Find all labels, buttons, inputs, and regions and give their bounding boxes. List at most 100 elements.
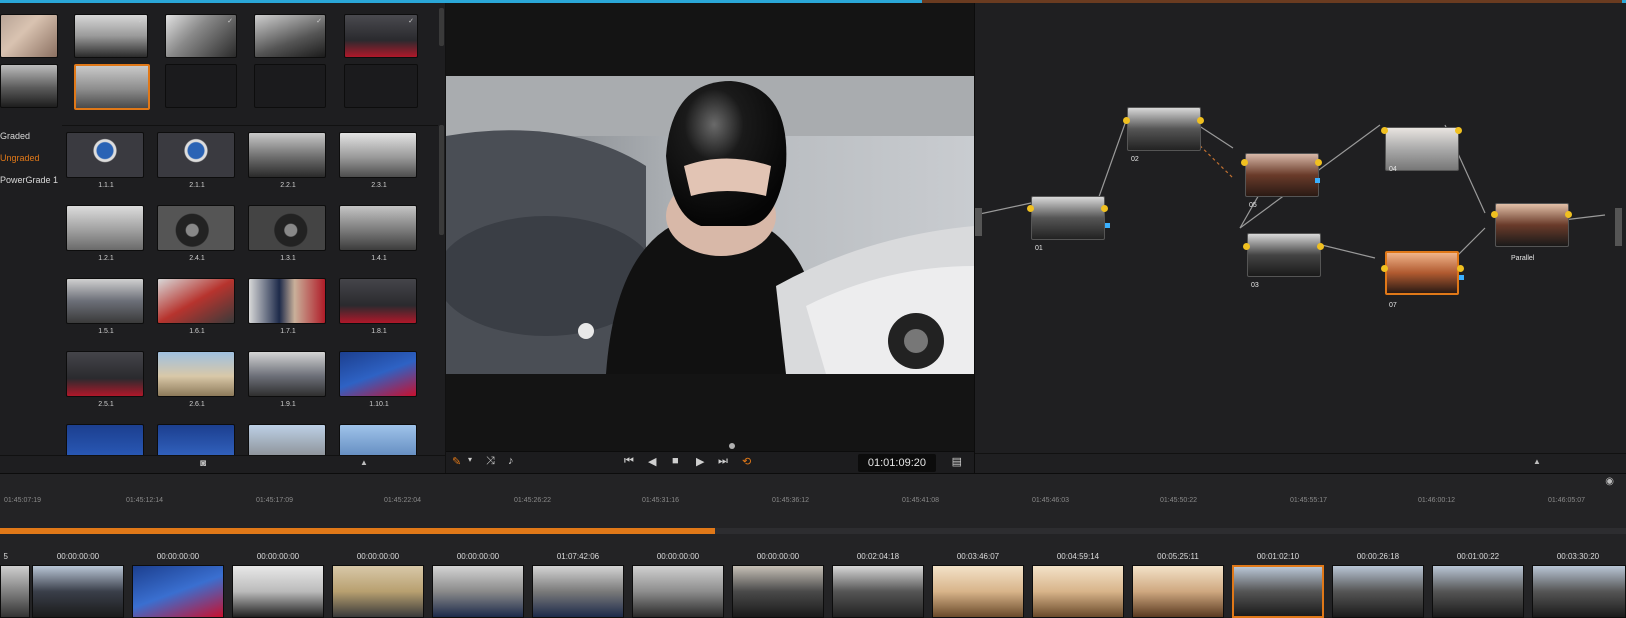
node-editor[interactable]: 01 02 03 04 05 Parallel 07 ▲ [974,3,1626,473]
clip-timecode: 00:00:00:00 [456,552,500,561]
timeline-clip[interactable] [232,565,324,618]
play-icon[interactable]: ▶ [696,455,704,468]
gallery-still-empty[interactable] [344,64,418,108]
grid-still[interactable]: 1.5.1 [66,278,146,335]
gallery-still[interactable] [0,64,58,108]
grid-still[interactable]: 1.3.1 [248,205,328,262]
album-item-ungraded[interactable]: Ungraded [0,147,62,169]
gallery-still-empty[interactable] [165,64,237,108]
timeline-clip[interactable] [732,565,824,618]
grid-still[interactable]: 1.10.1 [339,351,419,408]
timeline-clip[interactable] [632,565,724,618]
node-label: 07 [1389,302,1397,309]
grid-still[interactable]: 1.7.1 [248,278,328,335]
node-04[interactable] [1385,127,1459,171]
timeline-clip[interactable] [1432,565,1524,618]
still-thumbnail [157,132,235,178]
grid-still[interactable]: 2.6.1 [157,351,237,408]
ruler-tick: 01:45:50:22 [1160,497,1197,504]
timeline-clip[interactable] [332,565,424,618]
node-dot [1241,159,1248,166]
grid-still[interactable]: 1.2.1 [66,205,146,262]
node-01[interactable] [1031,196,1105,240]
grid-still[interactable]: 1.6.1 [157,278,237,335]
grid-still[interactable]: 2.3.1 [339,132,419,189]
still-flag-icon: ✓ [138,18,144,25]
timeline-clip[interactable] [1132,565,1224,618]
davinci-logo-icon[interactable]: ◉ [1605,476,1614,487]
viewer-image[interactable] [446,76,974,374]
timeline-clip[interactable] [1332,565,1424,618]
gallery-still[interactable] [0,14,58,58]
timeline-ruler[interactable]: 01:45:07:19 01:45:12:14 01:45:17:09 01:4… [0,492,1626,514]
clip-timecode: 00:01:02:10 [1256,552,1300,561]
skip-forward-icon[interactable]: ⏭ [718,455,728,468]
grid-still[interactable]: 2.1.1 [157,132,237,189]
node-dot [1315,159,1322,166]
grid-still[interactable]: 1.8.1 [339,278,419,335]
timeline-clip[interactable] [932,565,1024,618]
node-05[interactable] [1245,153,1319,197]
shuffle-icon[interactable]: ⤨ [486,455,495,468]
album-item-graded[interactable]: Graded [0,125,62,147]
grid-still[interactable]: 1.4.1 [339,205,419,262]
timeline-clip[interactable] [432,565,524,618]
chevron-down-icon[interactable]: ▾ [468,455,472,464]
node-output-handle[interactable] [1615,208,1622,246]
gallery-still[interactable]: ✓ [254,14,326,58]
node-zoom-icon[interactable]: ▲ [1533,457,1541,466]
grid-still[interactable]: 1.1.1 [66,132,146,189]
gallery-top-scrollbar[interactable] [439,8,444,46]
gallery-still-selected[interactable] [74,64,150,110]
timeline-clip[interactable] [0,565,30,618]
playhead-marker[interactable] [729,443,735,449]
album-item-powergrade[interactable]: PowerGrade 1 [0,169,62,191]
camera-icon[interactable]: ◙ [200,458,206,469]
grid-still[interactable] [339,424,419,455]
ruler-tick: 01:45:12:14 [126,497,163,504]
gallery-still-empty[interactable] [254,64,326,108]
viewer-options-icon[interactable]: ▤ [952,455,962,468]
step-back-icon[interactable]: ◀ [648,455,656,468]
skip-back-icon[interactable]: ⏮ [624,455,634,468]
grid-still[interactable] [157,424,237,455]
timeline-clip[interactable] [832,565,924,618]
ruler-tick: 01:45:55:17 [1290,497,1327,504]
node-dot [1197,117,1204,124]
eyedropper-icon[interactable]: ✎ [452,455,461,468]
clip-timecode: 00:04:59:14 [1056,552,1100,561]
grid-still[interactable] [248,424,328,455]
still-thumbnail [157,351,235,397]
zoom-slider-icon[interactable]: ▲ [360,458,368,467]
timeline-clip[interactable] [132,565,224,618]
node-input-handle[interactable] [975,208,982,236]
loop-icon[interactable]: ⟲ [742,455,751,468]
clip-timecode: 00:00:00:00 [156,552,200,561]
timeline-clip[interactable] [532,565,624,618]
node-07[interactable] [1385,251,1459,295]
grid-still[interactable]: 1.9.1 [248,351,328,408]
gallery-grid-scrollbar[interactable] [439,125,444,235]
timeline-clip[interactable] [1532,565,1626,618]
gallery-still[interactable]: ✓ [165,14,237,58]
timeline-clip[interactable] [1032,565,1124,618]
still-flag-icon: ✓ [227,18,233,25]
still-thumbnail [248,424,326,455]
gallery-still[interactable]: ✓ [344,14,418,58]
grid-still[interactable]: 2.5.1 [66,351,146,408]
node-dot [1381,265,1388,272]
node-03[interactable] [1247,233,1321,277]
grid-still[interactable] [66,424,146,455]
timeline-clip[interactable] [32,565,124,618]
gallery-still[interactable]: ✓ [74,14,148,58]
speaker-icon[interactable]: ♪ [508,455,514,467]
timeline-track[interactable] [0,528,1626,534]
timeline-clip-selected[interactable] [1232,565,1324,618]
stop-icon[interactable]: ■ [672,455,679,467]
node-parallel[interactable] [1495,203,1569,247]
node-02[interactable] [1127,107,1201,151]
clip-timecode: 00:00:00:00 [656,552,700,561]
grid-still[interactable]: 2.4.1 [157,205,237,262]
grid-still[interactable]: 2.2.1 [248,132,328,189]
clip-timecode: 00:00:00:00 [256,552,300,561]
